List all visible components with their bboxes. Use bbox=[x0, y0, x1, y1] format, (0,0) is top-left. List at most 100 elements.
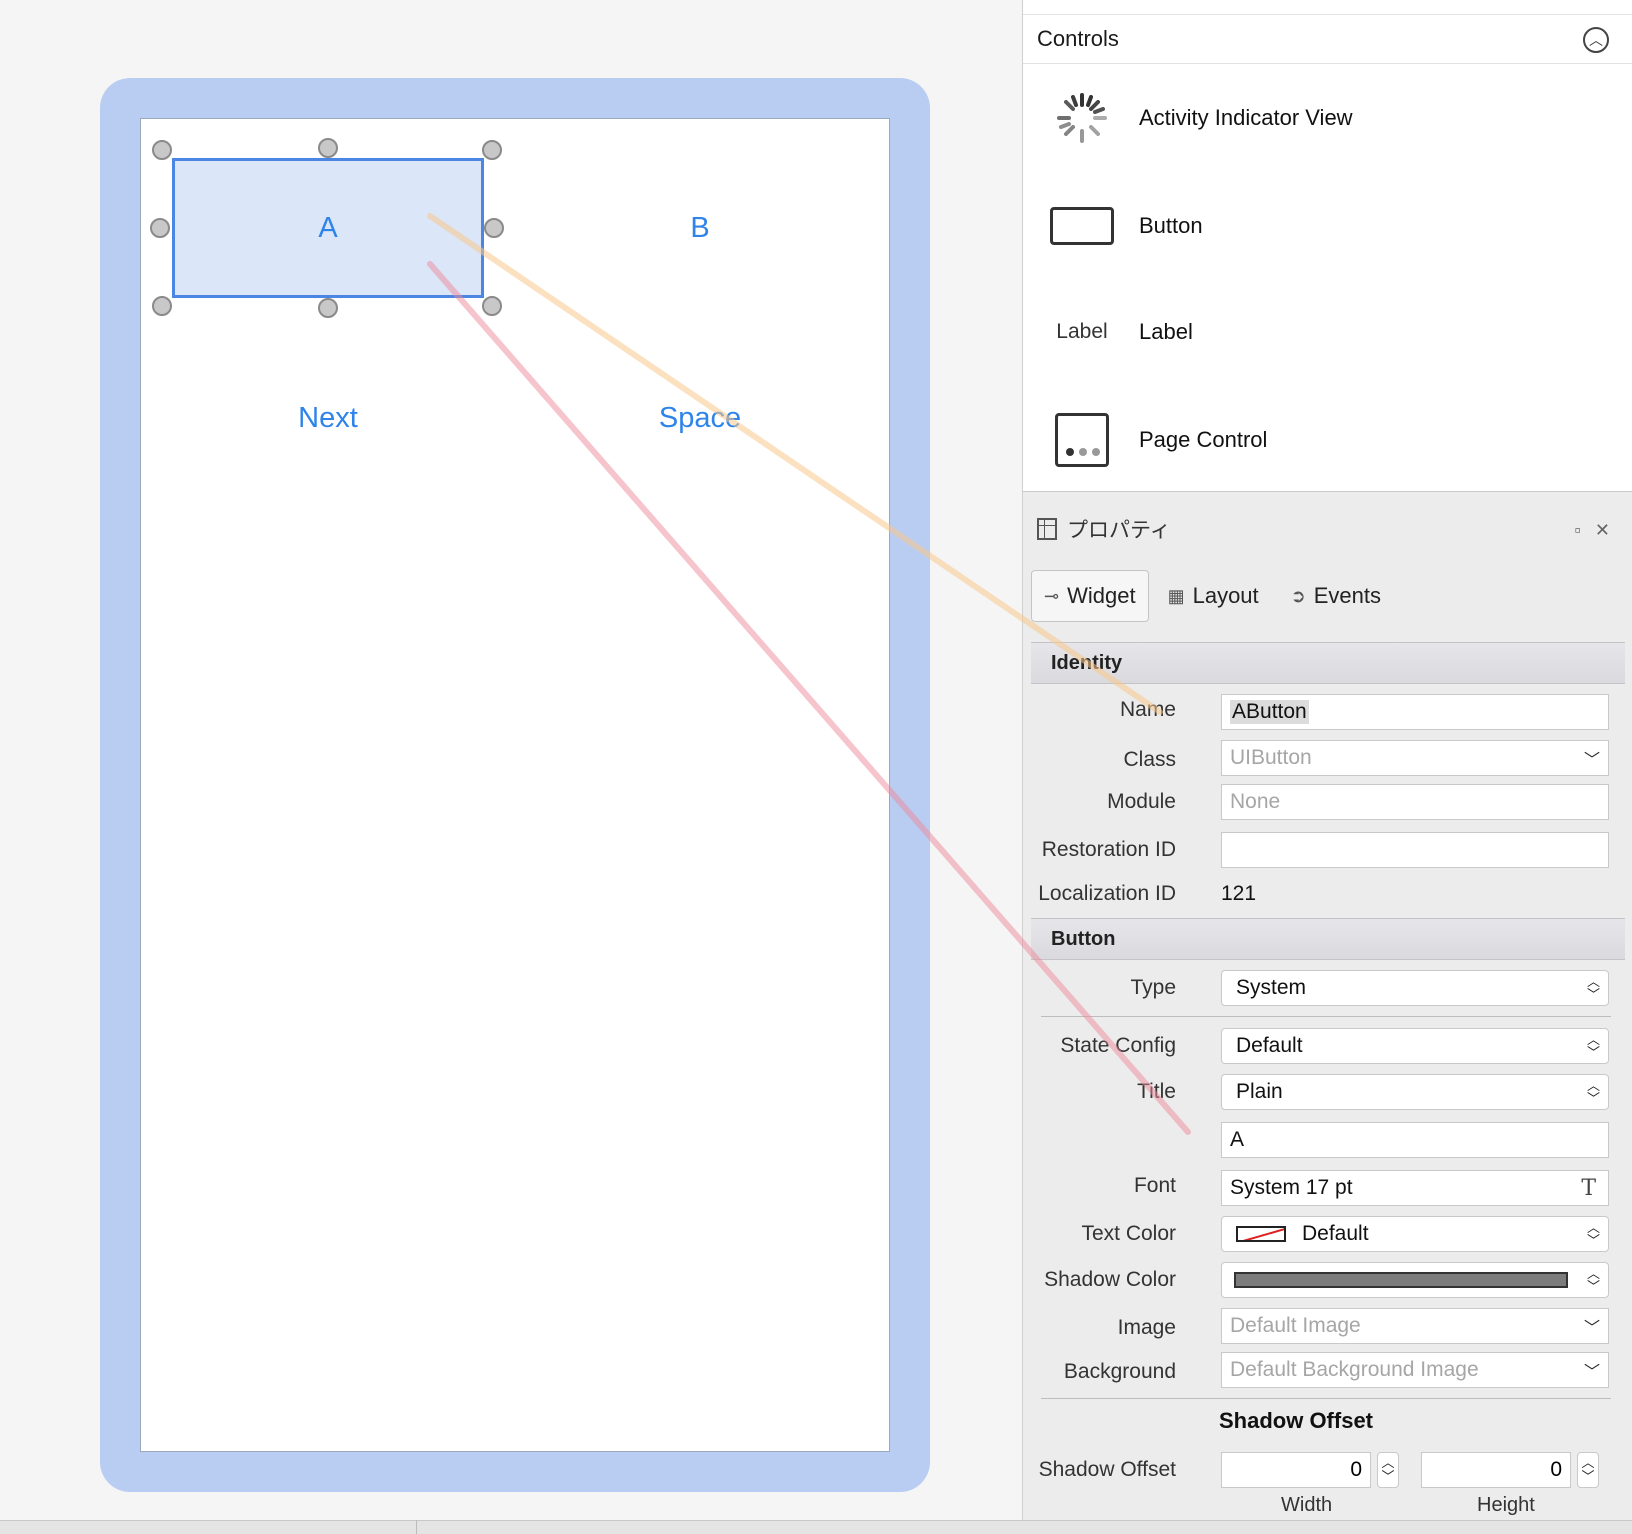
state-config-label: State Config bbox=[1060, 1034, 1176, 1057]
button-outline-icon bbox=[1047, 196, 1117, 256]
background-label: Background bbox=[1063, 1360, 1176, 1383]
shadow-width-field[interactable]: 0 bbox=[1221, 1452, 1371, 1488]
font-field[interactable]: System 17 pt T bbox=[1221, 1170, 1609, 1206]
view-controller-screen[interactable] bbox=[140, 118, 890, 1452]
state-config-value: Default bbox=[1236, 1034, 1303, 1057]
toolbox-item-label: Page Control bbox=[1139, 427, 1268, 452]
name-label: Name bbox=[1119, 698, 1176, 721]
type-select[interactable]: System ︿ ﹀ bbox=[1221, 970, 1609, 1006]
updown-chevron-icon: ︿ ﹀ bbox=[1586, 1078, 1600, 1106]
toolbox-item-button[interactable]: Button bbox=[1023, 174, 1632, 278]
divider bbox=[1041, 1016, 1611, 1017]
name-value: AButton bbox=[1230, 700, 1309, 724]
toolbox-item-activity-indicator[interactable]: Activity Indicator View bbox=[1023, 66, 1632, 170]
arrow-circle-icon: ➲ bbox=[1290, 585, 1306, 606]
toolbox-item-label: Button bbox=[1139, 213, 1203, 238]
status-bar bbox=[0, 1520, 1632, 1534]
module-label: Module bbox=[1107, 790, 1176, 813]
button-b[interactable]: B bbox=[540, 158, 860, 298]
page-control-icon bbox=[1047, 410, 1117, 470]
updown-chevron-icon: ︿ ﹀ bbox=[1586, 1032, 1600, 1060]
type-label: Type bbox=[1130, 976, 1176, 999]
toolbox-item-page-control[interactable]: Page Control bbox=[1023, 388, 1632, 492]
button-space[interactable]: Space bbox=[540, 378, 860, 458]
state-config-select[interactable]: Default ︿ ﹀ bbox=[1221, 1028, 1609, 1064]
width-sublabel: Width bbox=[1281, 1494, 1333, 1516]
chevron-down-icon[interactable]: ﹀ bbox=[1584, 746, 1600, 770]
updown-chevron-icon: ︿ ﹀ bbox=[1586, 974, 1600, 1002]
toolbox-item-label-control[interactable]: Label Label bbox=[1023, 280, 1632, 384]
button-a-selected[interactable]: A bbox=[172, 158, 484, 298]
restoration-id-field[interactable] bbox=[1221, 832, 1609, 868]
text-color-label: Text Color bbox=[1081, 1222, 1176, 1245]
tab-layout[interactable]: ▦ Layout bbox=[1155, 570, 1272, 622]
title-mode-select[interactable]: Plain ︿ ﹀ bbox=[1221, 1074, 1609, 1110]
resize-handle-top-right[interactable] bbox=[482, 140, 502, 160]
tab-events[interactable]: ➲ Events bbox=[1278, 570, 1394, 622]
background-combo[interactable]: Default Background Image ﹀ bbox=[1221, 1352, 1609, 1388]
shadow-height-stepper[interactable]: ︿ ﹀ bbox=[1577, 1452, 1599, 1488]
image-placeholder: Default Image bbox=[1230, 1314, 1361, 1337]
background-placeholder: Default Background Image bbox=[1230, 1358, 1479, 1381]
tab-events-label: Events bbox=[1313, 583, 1382, 608]
title-label: Title bbox=[1137, 1080, 1176, 1103]
resize-handle-right[interactable] bbox=[484, 218, 504, 238]
resize-handle-left[interactable] bbox=[150, 218, 170, 238]
toolbox-item-label: Label bbox=[1139, 319, 1193, 344]
tab-widget[interactable]: ⊸ Widget bbox=[1031, 570, 1149, 622]
chevron-down-icon[interactable]: ﹀ bbox=[1584, 1314, 1600, 1338]
updown-chevron-icon: ︿ ﹀ bbox=[1586, 1266, 1600, 1294]
collapse-chevron-icon[interactable]: ︿ bbox=[1583, 27, 1609, 53]
layout-grid-icon: ▦ bbox=[1167, 585, 1185, 606]
tab-layout-label: Layout bbox=[1192, 583, 1259, 608]
font-picker-icon[interactable]: T bbox=[1581, 1176, 1596, 1201]
toggle-switch-icon: ⊸ bbox=[1044, 585, 1060, 606]
properties-title-text: プロパティ bbox=[1067, 519, 1171, 542]
font-value: System 17 pt bbox=[1230, 1176, 1353, 1199]
shadow-height-field[interactable]: 0 bbox=[1421, 1452, 1571, 1488]
localization-id-value: 121 bbox=[1221, 882, 1257, 905]
restoration-id-label: Restoration ID bbox=[1041, 838, 1176, 861]
text-color-select[interactable]: Default ︿ ﹀ bbox=[1221, 1216, 1609, 1252]
resize-handle-bottom[interactable] bbox=[318, 298, 338, 318]
image-label: Image bbox=[1117, 1316, 1176, 1339]
shadow-offset-label: Shadow Offset bbox=[1038, 1458, 1176, 1481]
title-text-field[interactable]: A bbox=[1221, 1122, 1609, 1158]
shadow-width-value: 0 bbox=[1350, 1458, 1362, 1481]
module-field[interactable]: None bbox=[1221, 784, 1609, 820]
resize-handle-top-left[interactable] bbox=[152, 140, 172, 160]
updown-chevron-icon: ︿ ﹀ bbox=[1586, 1220, 1600, 1248]
properties-tabs: ⊸ Widget ▦ Layout ➲ Events bbox=[1031, 570, 1394, 622]
shadow-color-select[interactable]: ︿ ﹀ bbox=[1221, 1262, 1609, 1298]
toolbox-section-header[interactable]: Controls ︿ bbox=[1023, 14, 1632, 64]
button-section-header[interactable]: Button bbox=[1031, 918, 1625, 960]
chevron-down-icon[interactable]: ﹀ bbox=[1584, 1358, 1600, 1382]
resize-handle-bottom-left[interactable] bbox=[152, 296, 172, 316]
close-icon[interactable]: ✕ bbox=[1595, 520, 1610, 541]
shadow-color-label: Shadow Color bbox=[1044, 1268, 1176, 1291]
design-canvas[interactable]: A B Next Space bbox=[0, 0, 1022, 1520]
class-combo[interactable]: UIButton ﹀ bbox=[1221, 740, 1609, 776]
toolbox-section-title: Controls bbox=[1037, 26, 1119, 51]
tab-widget-label: Widget bbox=[1067, 583, 1136, 608]
properties-pad-title: プロパティ bbox=[1037, 514, 1171, 544]
type-value: System bbox=[1236, 976, 1307, 999]
maximize-icon[interactable]: ▫ bbox=[1575, 520, 1581, 541]
shadow-width-stepper[interactable]: ︿ ﹀ bbox=[1377, 1452, 1399, 1488]
button-next[interactable]: Next bbox=[172, 378, 484, 458]
class-label: Class bbox=[1123, 748, 1176, 771]
module-placeholder: None bbox=[1230, 790, 1281, 813]
identity-section-header[interactable]: Identity bbox=[1031, 642, 1625, 684]
shadow-offset-heading: Shadow Offset bbox=[1219, 1408, 1374, 1433]
height-sublabel: Height bbox=[1477, 1494, 1535, 1516]
class-placeholder: UIButton bbox=[1230, 746, 1312, 769]
resize-handle-top[interactable] bbox=[318, 138, 338, 158]
name-field[interactable]: AButton bbox=[1221, 694, 1609, 730]
resize-handle-bottom-right[interactable] bbox=[482, 296, 502, 316]
image-combo[interactable]: Default Image ﹀ bbox=[1221, 1308, 1609, 1344]
side-panel: Controls ︿ Activity Indicator View Butto… bbox=[1022, 0, 1632, 1520]
status-bar-divider bbox=[416, 1520, 417, 1534]
divider bbox=[1041, 1398, 1611, 1399]
title-mode-value: Plain bbox=[1236, 1080, 1283, 1103]
properties-table-icon bbox=[1037, 518, 1057, 540]
